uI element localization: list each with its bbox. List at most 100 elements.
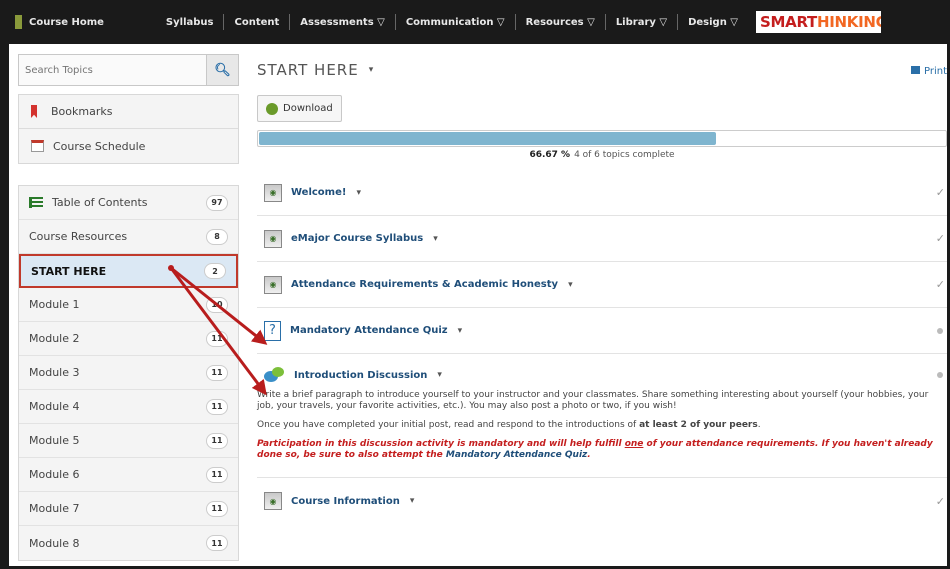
checkmark-icon: ✓ — [935, 232, 945, 245]
quick-links: Bookmarks Course Schedule — [18, 94, 239, 164]
search-topics-input[interactable] — [19, 55, 206, 85]
topic-menu-caret[interactable]: ▾ — [356, 188, 361, 198]
toc-item-label: Module 7 — [29, 502, 80, 515]
toc-item-module-2[interactable]: Module 2 11 — [19, 322, 238, 356]
topic-introduction-discussion: Introduction Discussion ▾ Write a brief … — [257, 354, 947, 478]
nav-syllabus[interactable]: Syllabus — [156, 17, 224, 28]
toc-count-badge: 11 — [206, 500, 228, 517]
discussion-icon — [264, 367, 286, 383]
topic-menu-caret[interactable]: ▾ — [458, 326, 463, 336]
toc-item-module-6[interactable]: Module 6 11 — [19, 458, 238, 492]
top-navbar: Course Home Syllabus Content Assessments… — [9, 0, 947, 44]
topic-title[interactable]: Course Information — [291, 496, 400, 507]
toc-item-module-4[interactable]: Module 4 11 — [19, 390, 238, 424]
toc-item-course-resources[interactable]: Course Resources 8 — [19, 220, 238, 254]
toc-item-label: Module 3 — [29, 366, 80, 379]
download-label: Download — [283, 103, 333, 114]
title-row: START HERE ▾ — [257, 54, 947, 86]
toc-item-table-of-contents[interactable]: Table of Contents 97 — [19, 186, 238, 220]
text-span: Participation in this discussion activit… — [257, 439, 625, 449]
topic-title[interactable]: Welcome! — [291, 187, 346, 198]
nav-resources[interactable]: Resources ▽ — [516, 17, 605, 28]
progress-percent: 66.67 % — [529, 150, 571, 160]
sidebar: 🔍︎ Bookmarks Course Schedule Table of Co… — [18, 54, 239, 561]
table-of-contents-list: Table of Contents 97 Course Resources 8 … — [18, 185, 239, 561]
topic-welcome[interactable]: ◉ Welcome! ▾ ✓ — [257, 170, 947, 216]
web-page-icon: ◉ — [264, 183, 282, 202]
topic-attendance-requirements[interactable]: ◉ Attendance Requirements & Academic Hon… — [257, 262, 947, 308]
quiz-link[interactable]: Mandatory Attendance Quiz — [446, 450, 587, 460]
search-box: 🔍︎ — [18, 54, 239, 86]
discussion-header[interactable]: Introduction Discussion ▾ — [257, 354, 947, 396]
course-schedule-link[interactable]: Course Schedule — [19, 129, 238, 163]
toc-item-label: Module 8 — [29, 536, 80, 550]
toc-item-module-7[interactable]: Module 7 11 — [19, 492, 238, 526]
quiz-question-icon: ? — [264, 320, 281, 341]
topic-title[interactable]: Introduction Discussion — [294, 370, 427, 381]
checkmark-icon: ✓ — [935, 278, 945, 291]
search-icon: 🔍︎ — [214, 62, 231, 78]
course-home-label: Course Home — [29, 16, 104, 28]
bookmarks-link[interactable]: Bookmarks — [19, 95, 238, 129]
calendar-icon — [31, 140, 44, 152]
smarthinking-logo-part-a: SMART — [760, 13, 817, 31]
print-link[interactable]: Print — [910, 66, 947, 77]
toc-item-label: Module 1 — [29, 298, 80, 311]
toc-item-module-5[interactable]: Module 5 11 — [19, 424, 238, 458]
list-icon — [29, 197, 43, 208]
toc-item-label: Module 6 — [29, 468, 80, 481]
description-paragraph: Once you have completed your initial pos… — [257, 420, 943, 431]
topic-menu-caret[interactable]: ▾ — [433, 234, 438, 244]
toc-item-label: Module 5 — [29, 434, 80, 447]
print-label: Print — [923, 66, 947, 77]
incomplete-dot-icon — [937, 372, 943, 378]
course-home-icon — [15, 15, 22, 29]
toc-item-label: Module 2 — [29, 332, 80, 345]
toc-count-badge: 8 — [206, 228, 228, 245]
toc-item-start-here[interactable]: START HERE 2 — [19, 254, 238, 288]
toc-item-module-8[interactable]: Module 8 11 — [19, 526, 238, 560]
topic-menu-caret[interactable]: ▾ — [568, 280, 573, 290]
title-menu-caret[interactable]: ▾ — [369, 65, 374, 75]
nav-content[interactable]: Content — [224, 17, 289, 28]
download-button[interactable]: Download — [257, 95, 342, 122]
topic-title[interactable]: Mandatory Attendance Quiz — [290, 325, 448, 336]
toc-item-module-3[interactable]: Module 3 11 — [19, 356, 238, 390]
toc-count-badge: 11 — [206, 398, 228, 415]
topic-menu-caret[interactable]: ▾ — [410, 496, 415, 506]
printer-icon — [910, 66, 920, 74]
toc-item-label: Table of Contents — [52, 196, 148, 209]
nav-design[interactable]: Design ▽ — [678, 17, 748, 28]
smarthinking-logo-part-b: HINKING — [816, 13, 881, 31]
incomplete-dot-icon — [937, 327, 943, 334]
nav-library[interactable]: Library ▽ — [606, 17, 677, 28]
mandatory-notice: Participation in this discussion activit… — [257, 439, 943, 461]
smarthinking-link[interactable]: SMARTHINKING — [756, 11, 881, 33]
topic-title[interactable]: Attendance Requirements & Academic Hones… — [291, 279, 558, 290]
toc-count-badge: 11 — [206, 535, 228, 551]
checkmark-icon: ✓ — [935, 186, 945, 199]
page-title: START HERE — [257, 61, 359, 79]
discussion-description: Write a brief paragraph to introduce you… — [257, 390, 947, 461]
topic-menu-caret[interactable]: ▾ — [437, 370, 442, 380]
topic-attendance-quiz[interactable]: ? Mandatory Attendance Quiz ▾ — [257, 308, 947, 354]
toc-count-badge: 2 — [204, 263, 226, 279]
peers-emphasis: at least 2 of your peers — [639, 420, 758, 430]
topic-title[interactable]: eMajor Course Syllabus — [291, 233, 423, 244]
download-icon — [266, 102, 278, 115]
progress-fill — [259, 132, 716, 145]
main-content: START HERE ▾ Print Download 66.67 % 4 of … — [257, 54, 947, 524]
search-button[interactable]: 🔍︎ — [206, 55, 238, 85]
toc-count-badge: 11 — [206, 330, 228, 347]
nav-assessments[interactable]: Assessments ▽ — [290, 17, 395, 28]
topic-course-information[interactable]: ◉ Course Information ▾ ✓ — [257, 478, 947, 524]
bookmark-icon — [31, 105, 37, 118]
toc-item-label: Course Resources — [29, 230, 128, 243]
web-page-icon: ◉ — [264, 229, 282, 248]
text-span: . — [587, 450, 591, 460]
nav-communication[interactable]: Communication ▽ — [396, 17, 515, 28]
toc-count-badge: 11 — [206, 466, 228, 483]
toc-item-module-1[interactable]: Module 1 10 — [19, 288, 238, 322]
course-home-link[interactable]: Course Home — [15, 15, 104, 29]
topic-syllabus[interactable]: ◉ eMajor Course Syllabus ▾ ✓ — [257, 216, 947, 262]
